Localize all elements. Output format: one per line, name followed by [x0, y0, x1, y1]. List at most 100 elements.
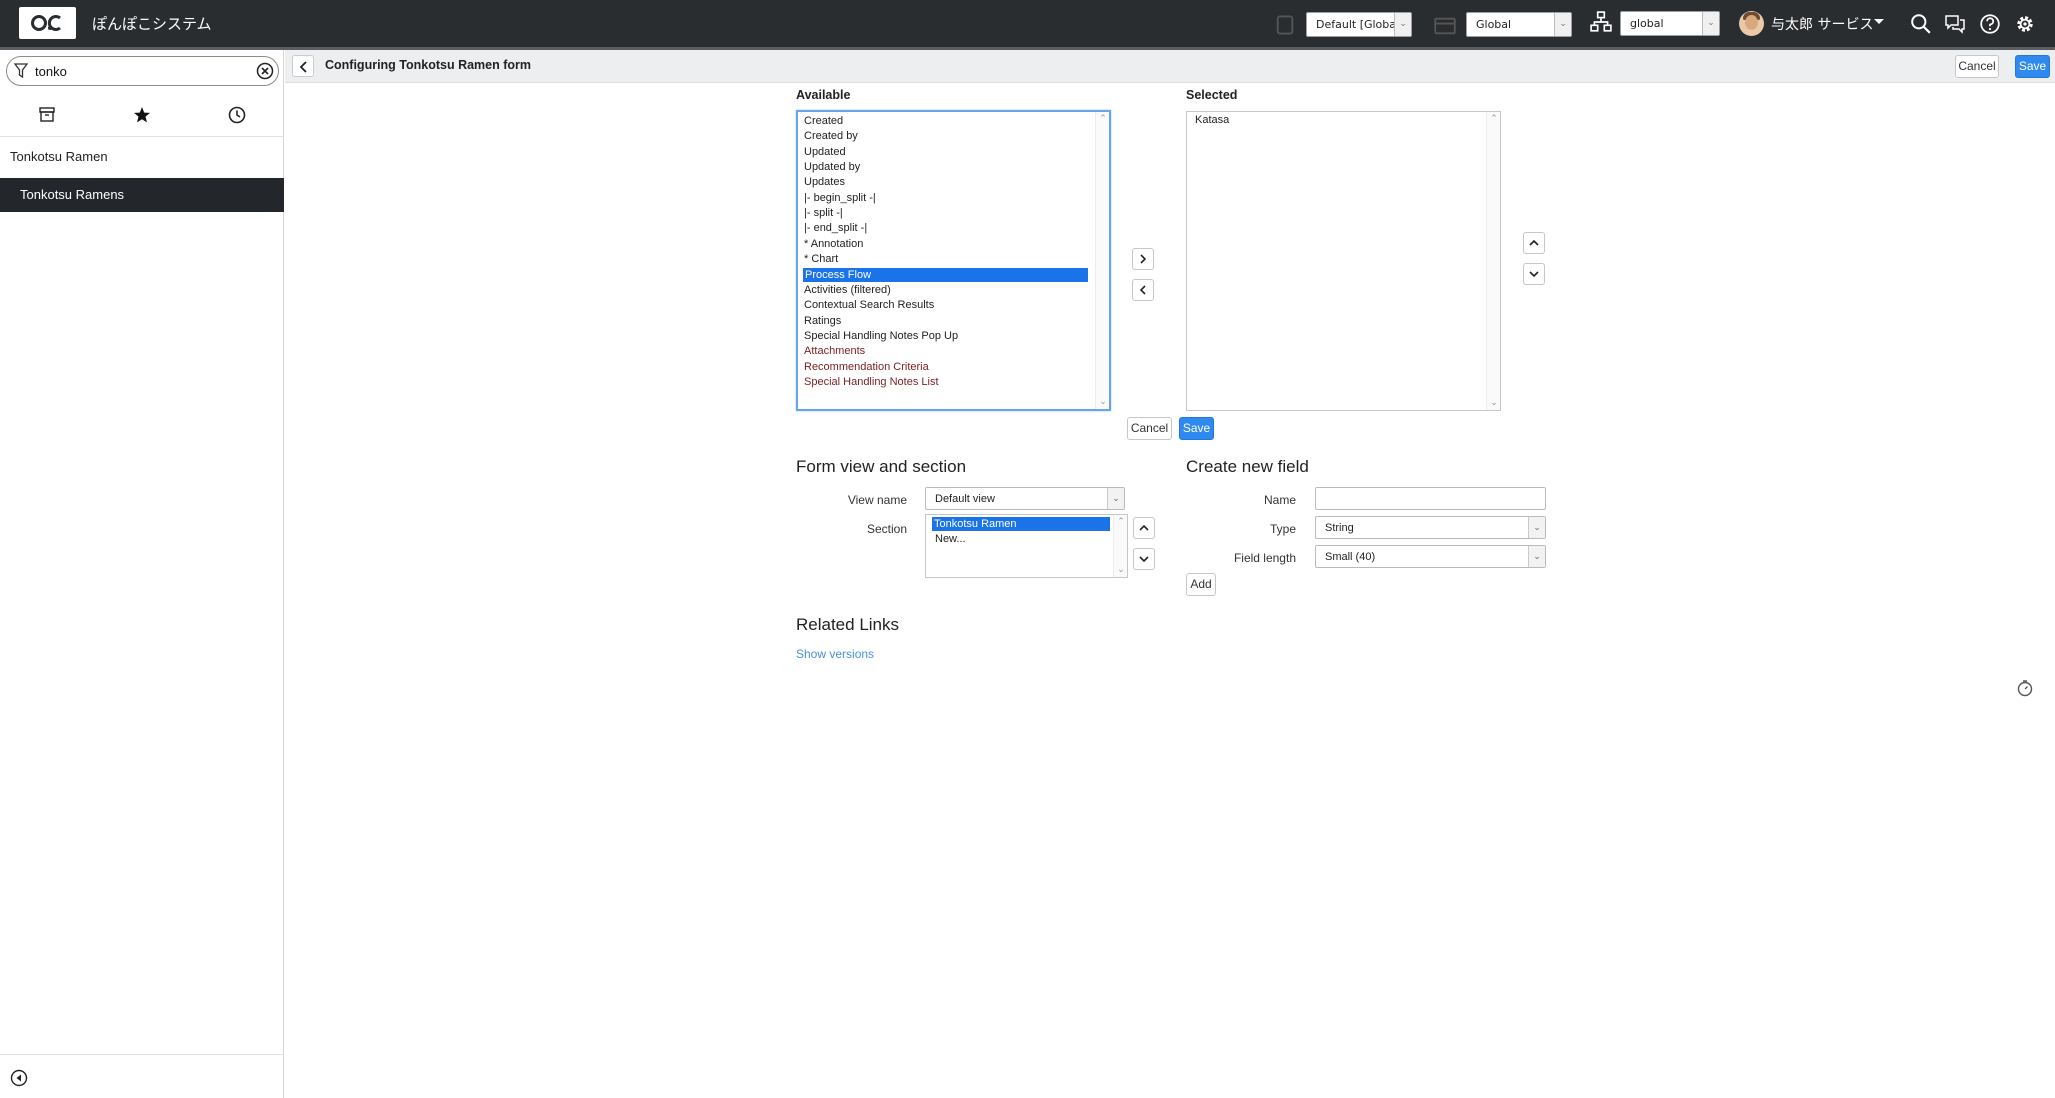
domain-value: global [1630, 17, 1664, 30]
navigator-filter[interactable] [6, 56, 279, 86]
available-label: Available [796, 88, 851, 102]
available-option[interactable]: * Chart [804, 252, 838, 266]
view-name-label: View name [847, 493, 907, 507]
application-scope-select[interactable]: Global ⌄ [1466, 12, 1572, 37]
chevron-down-icon: ⌄ [1528, 546, 1545, 567]
nav-item-tonkotsu-ramens[interactable]: Tonkotsu Ramens [0, 178, 284, 212]
navigator-footer [0, 1054, 284, 1098]
create-field-title: Create new field [1186, 457, 1309, 476]
scroll-up-icon[interactable]: ⌃ [1116, 517, 1126, 527]
available-option[interactable]: Updates [804, 175, 845, 189]
available-option[interactable]: Updated [804, 145, 846, 159]
available-option[interactable]: Updated by [804, 160, 860, 174]
back-button[interactable] [292, 55, 314, 77]
view-name-select[interactable]: Default view ⌄ [925, 487, 1125, 510]
back-chevron-icon [299, 61, 307, 73]
section-option[interactable]: Tonkotsu Ramen [932, 517, 1110, 531]
selected-label: Selected [1186, 88, 1238, 102]
selected-fields-list[interactable]: Katasa ⌃ ⌄ [1186, 111, 1501, 411]
available-option[interactable]: |- end_split -| [804, 221, 867, 235]
available-option[interactable]: Special Handling Notes List [804, 375, 939, 389]
slush-cancel-button[interactable]: Cancel [1127, 417, 1172, 440]
field-length-select[interactable]: Small (40) ⌄ [1315, 545, 1546, 568]
filter-icon [14, 63, 28, 79]
selected-option[interactable]: Katasa [1195, 113, 1229, 127]
logo[interactable] [19, 7, 76, 39]
name-field[interactable] [1315, 487, 1546, 510]
user-name[interactable]: 与太郎 サービス [1771, 14, 1873, 34]
available-option[interactable]: Ratings [804, 314, 841, 328]
collapse-navigator-icon[interactable] [10, 1069, 28, 1087]
chevron-right-icon [1140, 254, 1147, 264]
scroll-down-icon[interactable]: ⌄ [1098, 397, 1108, 407]
scroll-up-icon[interactable]: ⌃ [1489, 114, 1499, 124]
scroll-down-icon[interactable]: ⌄ [1489, 398, 1499, 408]
available-option[interactable]: Contextual Search Results [804, 298, 934, 312]
filter-input[interactable] [35, 62, 255, 80]
available-option[interactable]: |- split -| [804, 206, 843, 220]
search-icon[interactable] [1910, 13, 1932, 35]
response-time-icon[interactable] [2016, 679, 2034, 697]
available-option[interactable]: |- begin_split -| [804, 191, 876, 205]
available-option[interactable]: Created by [804, 129, 858, 143]
view-name-value: Default view [935, 493, 995, 505]
scroll-down-icon[interactable]: ⌄ [1116, 565, 1126, 575]
user-menu-caret-icon[interactable] [1874, 19, 1884, 24]
type-select[interactable]: String ⌄ [1315, 516, 1546, 539]
app-name: ぽんぽこシステム [92, 15, 212, 33]
available-option[interactable]: Created [804, 114, 843, 128]
domain-tree-icon[interactable] [1590, 11, 1612, 33]
add-field-button[interactable]: Add [1186, 573, 1216, 596]
nav-item-tonkotsu-ramen[interactable]: Tonkotsu Ramen [0, 140, 284, 174]
add-to-selected-button[interactable] [1132, 248, 1154, 270]
move-up-button[interactable] [1523, 232, 1545, 254]
available-scrollbar[interactable]: ⌃ ⌄ [1095, 112, 1109, 409]
help-icon[interactable] [1979, 13, 2001, 35]
scroll-up-icon[interactable]: ⌃ [1098, 114, 1108, 124]
available-option[interactable]: Attachments [804, 344, 865, 358]
move-down-button[interactable] [1523, 263, 1545, 285]
field-length-value: Small (40) [1325, 551, 1376, 563]
available-option[interactable]: Recommendation Criteria [804, 360, 929, 374]
show-versions-link[interactable]: Show versions [796, 647, 874, 661]
update-set-icon[interactable] [1274, 14, 1296, 36]
related-links-title: Related Links [796, 615, 900, 634]
all-apps-icon[interactable] [36, 104, 58, 126]
available-option[interactable]: Process Flow [803, 267, 1088, 282]
chevron-down-icon: ⌄ [1554, 13, 1571, 36]
history-clock-icon[interactable] [226, 104, 248, 126]
remove-from-selected-button[interactable] [1132, 279, 1154, 301]
favorites-star-icon[interactable] [131, 104, 153, 126]
domain-select[interactable]: global ⌄ [1620, 11, 1720, 36]
navigator-tabs [0, 94, 284, 137]
available-option[interactable]: Special Handling Notes Pop Up [804, 329, 958, 343]
available-option[interactable]: * Annotation [804, 237, 863, 251]
section-move-up-button[interactable] [1133, 517, 1155, 539]
section-move-down-button[interactable] [1133, 548, 1155, 570]
name-label: Name [1263, 493, 1296, 507]
chat-icon[interactable] [1944, 13, 1966, 35]
chevron-down-icon [1529, 271, 1539, 278]
update-set-select[interactable]: Default [Globa ⌄ [1306, 12, 1412, 37]
chevron-down-icon [1139, 556, 1149, 563]
chevron-left-icon [1139, 285, 1146, 295]
application-icon[interactable] [1434, 15, 1456, 37]
slush-save-button[interactable]: Save [1179, 417, 1214, 440]
clear-filter-icon[interactable] [256, 62, 274, 80]
avatar[interactable] [1739, 11, 1764, 36]
update-set-value: Default [Globa [1316, 18, 1397, 31]
form-cancel-button[interactable]: Cancel [1955, 55, 1999, 78]
form-save-button[interactable]: Save [2015, 55, 2050, 78]
section-option[interactable]: New... [935, 532, 966, 546]
gear-icon[interactable] [2014, 13, 2036, 35]
available-option[interactable]: Activities (filtered) [804, 283, 891, 297]
section-list[interactable]: Tonkotsu Ramen New... ⌃ ⌄ [925, 514, 1128, 578]
chevron-down-icon: ⌄ [1107, 488, 1124, 509]
field-length-label: Field length [1233, 551, 1296, 565]
chevron-up-icon [1139, 524, 1149, 531]
selected-scrollbar[interactable]: ⌃ ⌄ [1486, 112, 1500, 410]
available-fields-list[interactable]: Created Created by Updated Updated by Update… [796, 110, 1111, 411]
chevron-down-icon: ⌄ [1702, 12, 1719, 35]
form-view-section-title: Form view and section [796, 457, 967, 476]
section-scrollbar[interactable]: ⌃ ⌄ [1113, 515, 1127, 577]
